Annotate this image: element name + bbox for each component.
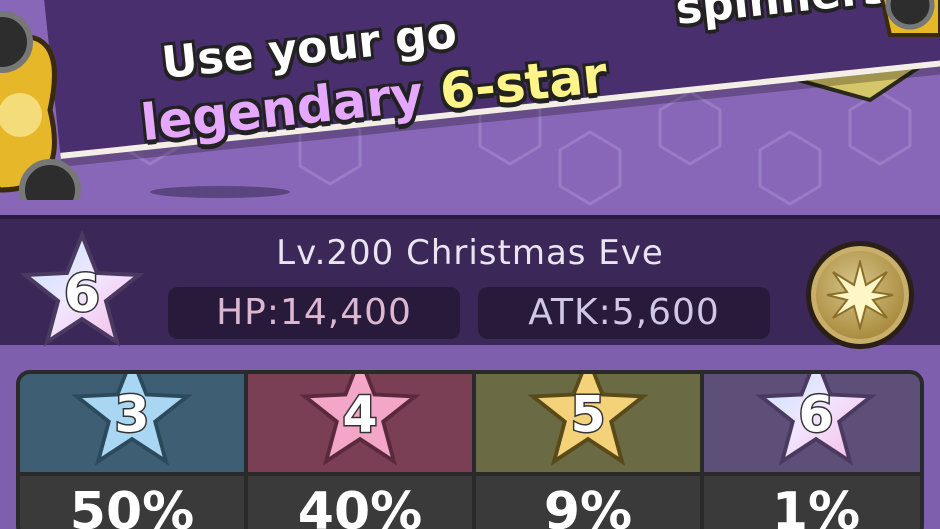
star-count: 5 — [570, 384, 605, 443]
five-star-icon: 5 — [528, 374, 648, 466]
star-count: 6 — [798, 384, 833, 443]
odds-percent: 9% — [543, 482, 633, 529]
star-count: 4 — [342, 384, 377, 443]
hp-stat: HP:14,400 — [168, 287, 460, 339]
odds-percent: 1% — [771, 482, 861, 529]
odds-percent: 50% — [69, 482, 195, 529]
odds-cell-3star: 3 50% — [20, 374, 244, 529]
odds-percent: 40% — [297, 482, 423, 529]
fidget-spinner-icon — [0, 11, 81, 200]
six-star-icon: 6 — [756, 374, 876, 466]
odds-cell-4star: 4 40% — [248, 374, 472, 529]
rarity-odds-table: 3 50% 4 40% 5 9% 6 1% — [16, 370, 924, 529]
starburst-icon — [826, 260, 894, 330]
odds-cell-5star: 5 9% — [476, 374, 700, 529]
odds-cell-6star: 6 1% — [704, 374, 920, 529]
four-star-icon: 4 — [300, 374, 420, 466]
rarity-number: 6 — [64, 264, 100, 324]
star-count: 3 — [114, 384, 149, 443]
starburst-coin-icon[interactable] — [806, 241, 914, 349]
promo-banner: Use your go spinners legendary 6-star — [0, 0, 940, 200]
fidget-spinner-icon-right — [880, 0, 940, 37]
unit-name: Lv.200 Christmas Eve — [276, 233, 664, 273]
three-star-icon: 3 — [72, 374, 192, 466]
atk-stat: ATK:5,600 — [478, 287, 770, 339]
unit-info-panel: 6 Lv.200 Christmas Eve HP:14,400 ATK:5,6… — [0, 215, 940, 349]
